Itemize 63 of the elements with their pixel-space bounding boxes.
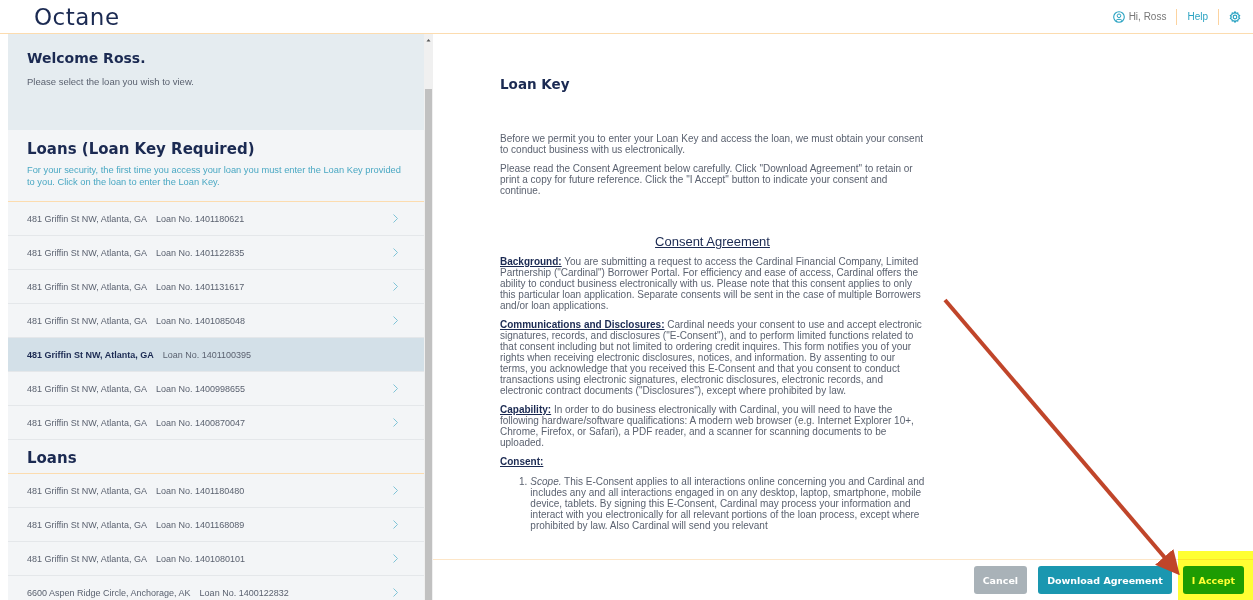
user-icon [1112,10,1125,23]
agreement-paragraph: Communications and Disclosures: Cardinal needs your consent to use and accept electronic signatures, records, and disclosures ("E-Consent"), and to perform limited functions related to that consent including but not limited to ordering credit inquires. This form notifies you of your rights when receiving electronic disclosures, notices, and information. By assenting to our terms, you acknowledge that you received this E-Consent and that you consent to conduct transactions using electronic signatures, electronic disclosures, electronic records, and electronic contract documents ("Disclosures"), except where prohibited by law. [500,319,923,396]
list-item-text: Scope. This E-Consent applies to all interactions online concerning you and Cardinal and includes any and all interactions engaged in on any desktop, laptop, smartphone, mobile device, tablets. By signing this E-Consent, Cardinal may process your information and interact with you electronically for all relevant portions of the loan process, except where prohibited by law. Also Cardinal will send you relevant [530,476,925,531]
greeting-text: Hi, Ross [1128,11,1167,22]
loan-list-item[interactable]: 481 Griffin St NW, Atlanta, GA Loan No. 1401122835 [8,236,424,270]
chevron-right-icon [393,588,398,597]
loan-address: 481 Griffin St NW, Atlanta, GA [27,315,147,326]
loan-address: 481 Griffin St NW, Atlanta, GA [27,281,147,292]
agreement-title: Consent Agreement [654,236,771,247]
list-number: 1. [519,476,528,489]
chevron-right-icon [393,520,398,529]
loan-number: Loan No. 1401180480 [155,485,245,496]
section-heading: Loans (Loan Key Required) [27,140,256,158]
loan-list-item[interactable]: 481 Griffin St NW, Atlanta, GA Loan No. 1400998655 [8,372,424,406]
intro-paragraph: Please read the Consent Agreement below carefully. Click "Download Agreement" to retain or print a copy for future reference. Click the "I Accept" button to indicate your consent and continue. [500,163,914,196]
section-intro-text: For your security, the first time you access your loan you must enter the Loan Key provided to you. Click on the loan to enter the Loan Key. [27,164,402,188]
loan-number: Loan No. 1400122832 [199,587,289,598]
scrollbar[interactable] [424,34,433,600]
agreement-paragraph: Background: You are submitting a request to access the Cardinal Financial Company, Limited Partnership ("Cardinal") Borrower Portal. For efficiency and ease of access, Cardinal offers the ability to conduct business electronically with us. Please note that this consent applies to only this particular loan application. Separate consents will be sent in the case of multiple Borrowers and/or loan applications. [500,256,922,311]
loan-number: Loan No. 1401080101 [155,553,245,564]
loan-list-item[interactable]: 481 Griffin St NW, Atlanta, GA Loan No. 1401180621 [8,202,424,236]
chevron-right-icon [393,248,398,257]
loan-address: 481 Griffin St NW, Atlanta, GA [27,553,147,564]
action-button[interactable]: Download Agreement [1038,566,1172,594]
chevron-right-icon [393,214,398,223]
loan-number: Loan No. 1401085048 [155,315,245,326]
page-title: Loan Key [500,79,571,90]
loan-number: Loan No. 1400870047 [155,417,245,428]
chevron-right-icon [393,554,398,563]
agreement-paragraph: Capability: In order to do business electronically with Cardinal, you will need to have the following hardware/software qualifications: A modern web browser (e.g. Internet Explorer 10+, Chrome, Firefox, or Safari), a PDF reader, and a scanner for scanning documents to be uploaded. [500,404,915,448]
loan-address: 481 Griffin St NW, Atlanta, GA [27,349,154,360]
loan-list-item[interactable]: 481 Griffin St NW, Atlanta, GA Loan No. 1401131617 [8,270,424,304]
loan-address: 6600 Aspen Ridge Circle, Anchorage, AK [27,587,191,598]
section-heading: Loans [27,449,78,467]
loan-number: Loan No. 1401131617 [155,281,245,292]
loan-number: Loan No. 1400998655 [155,383,245,394]
chevron-right-icon [393,486,398,495]
loan-list-item[interactable]: 481 Griffin St NW, Atlanta, GA Loan No. 1401168089 [8,508,424,542]
consent-heading: Consent: [500,456,545,467]
loan-list-item[interactable]: 481 Griffin St NW, Atlanta, GA Loan No. 1400870047 [8,406,424,440]
scroll-up-arrow-icon[interactable] [424,36,433,44]
loan-number: Loan No. 1401168089 [155,519,245,530]
loan-number: Loan No. 1401122835 [155,247,245,258]
loan-address: 481 Griffin St NW, Atlanta, GA [27,213,147,224]
loan-address: 481 Griffin St NW, Atlanta, GA [27,519,147,530]
loan-address: 481 Griffin St NW, Atlanta, GA [27,383,147,394]
chevron-right-icon [393,316,398,325]
loan-number: Loan No. 1401100395 [162,349,252,360]
loan-number: Loan No. 1401180621 [155,213,245,224]
intro-paragraph: Before we permit you to enter your Loan Key and access the loan, we must obtain your consent to conduct business with us electronically. [500,133,925,155]
loan-address: 481 Griffin St NW, Atlanta, GA [27,417,147,428]
loan-list-item[interactable]: 481 Griffin St NW, Atlanta, GA Loan No. 1401180480 [8,474,424,508]
chevron-right-icon [393,384,398,393]
welcome-heading: Welcome Ross. [27,50,147,66]
welcome-text: Please select the loan you wish to view. [27,76,195,87]
loan-list-item[interactable]: 481 Griffin St NW, Atlanta, GA Loan No. 1401100395 [8,338,424,372]
chevron-right-icon [393,418,398,427]
loan-address: 481 Griffin St NW, Atlanta, GA [27,247,147,258]
chevron-right-icon [393,282,398,291]
loan-list-item[interactable]: 481 Griffin St NW, Atlanta, GA Loan No. 1401080101 [8,542,424,576]
logo: Octane [34,3,120,30]
loan-address: 481 Griffin St NW, Atlanta, GA [27,485,147,496]
settings-icon[interactable] [1229,10,1241,23]
